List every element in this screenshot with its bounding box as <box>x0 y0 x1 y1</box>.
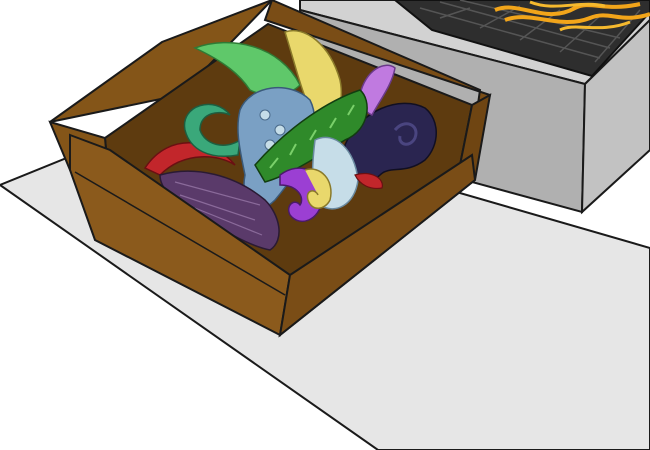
game-scene <box>0 0 650 450</box>
scene-canvas <box>0 0 650 450</box>
